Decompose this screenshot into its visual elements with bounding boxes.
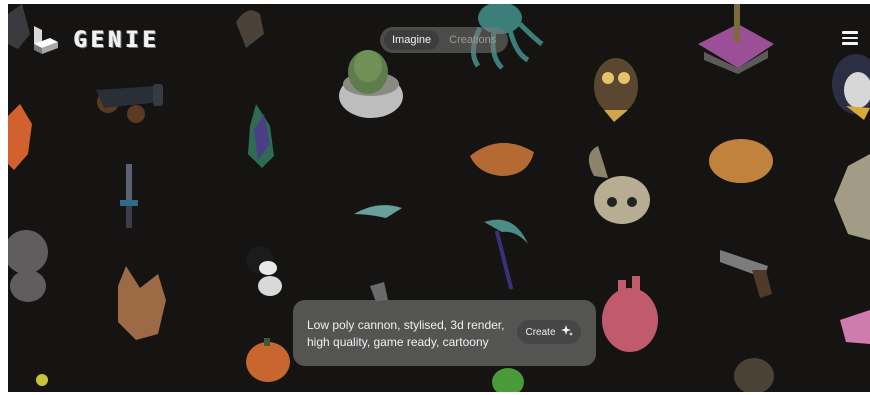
gallery-bird [236, 10, 264, 48]
gallery-figure-topleft [8, 4, 30, 49]
gallery-revolver [720, 250, 772, 298]
gallery-wolf [118, 266, 166, 340]
gallery-heart [602, 276, 658, 352]
gallery-pumpkin [246, 338, 290, 382]
gallery-bread [709, 139, 773, 183]
prompt-input[interactable]: Low poly cannon, stylised, 3d render, hi… [307, 317, 519, 351]
sparkle-icon [560, 324, 573, 340]
tab-creations[interactable]: Creations [441, 30, 504, 50]
menu-icon[interactable] [842, 31, 858, 45]
logo-text: GENIE [74, 27, 161, 53]
prompt-panel: Low poly cannon, stylised, 3d render, hi… [293, 300, 596, 366]
gallery-cactus [339, 50, 403, 118]
gallery-croissant [470, 142, 534, 176]
gallery-tile [698, 4, 774, 74]
gallery-fire [8, 104, 32, 170]
mode-tabs: Imagine Creations [380, 27, 508, 53]
gallery-penguin [832, 54, 870, 120]
gallery-cannon [96, 84, 163, 123]
create-button-label: Create [525, 326, 556, 338]
gallery-cat [246, 246, 282, 296]
gallery-scythe [484, 219, 528, 290]
gallery-pink-skull [840, 310, 870, 344]
app-logo[interactable]: GENIE [30, 24, 160, 56]
gallery-blade [354, 205, 402, 218]
gallery-crystal [248, 104, 274, 168]
gallery-dagger [370, 282, 388, 302]
create-button[interactable]: Create [517, 320, 581, 344]
gallery-figure-bottomright [734, 358, 774, 392]
gallery-owl [594, 58, 638, 122]
gallery-teddy [8, 230, 48, 302]
gallery-ball [36, 374, 48, 386]
gallery-creature [834, 154, 870, 240]
logo-mark-icon [30, 24, 60, 56]
gallery-skull [588, 146, 650, 224]
gallery-stage: GENIE Imagine Creations Low poly cannon,… [8, 4, 870, 392]
gallery-parrot [492, 368, 524, 392]
tab-imagine[interactable]: Imagine [384, 30, 440, 50]
gallery-sword [120, 164, 138, 228]
